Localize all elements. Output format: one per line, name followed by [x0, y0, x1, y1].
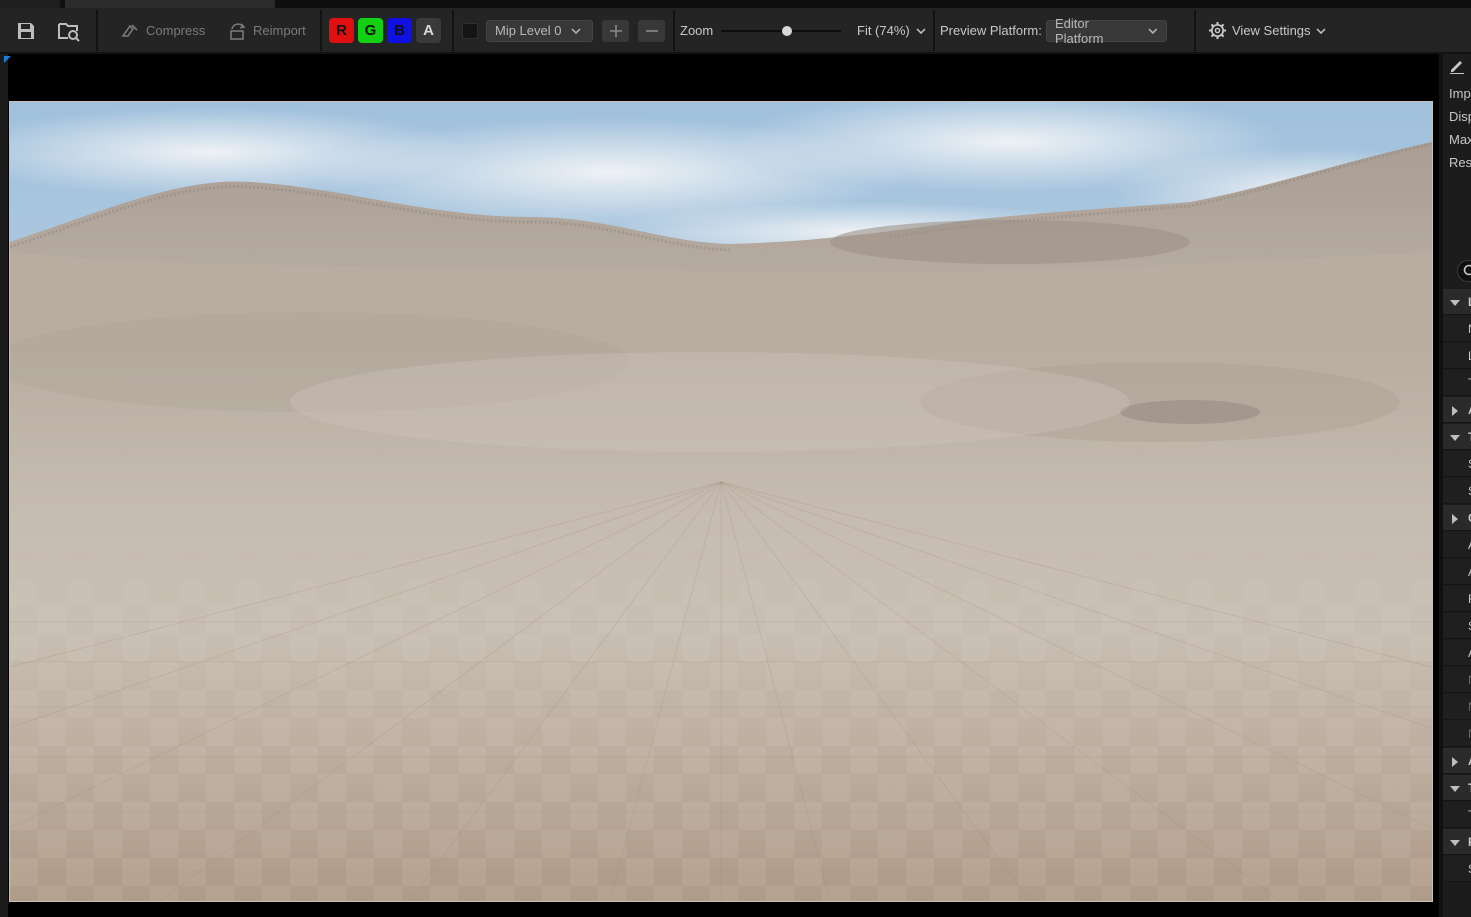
zoom-dropdown[interactable]: Fit (74%) — [857, 8, 926, 53]
reimport-icon — [230, 22, 246, 40]
preview-platform-label: Preview Platform: — [940, 23, 1042, 38]
channel-r-toggle[interactable]: R — [329, 18, 354, 43]
reimport-button[interactable]: Reimport — [228, 8, 306, 53]
details-property-row[interactable]: L — [1443, 343, 1471, 369]
details-info-label: Max — [1449, 132, 1471, 147]
details-category-row[interactable]: L — [1443, 289, 1471, 315]
details-property-row[interactable]: S — [1443, 451, 1471, 477]
zoom-label: Zoom — [680, 23, 714, 38]
details-property-row[interactable]: S — [1443, 478, 1471, 504]
tab-strip — [0, 0, 1471, 8]
details-property-row[interactable]: T — [1443, 802, 1471, 828]
channel-b-toggle[interactable]: B — [387, 18, 412, 43]
mip-level-value: Mip Level 0 — [495, 23, 562, 38]
tab-inactive[interactable] — [0, 0, 60, 8]
save-button[interactable] — [11, 16, 41, 46]
details-category-row[interactable]: F — [1443, 829, 1471, 855]
zoom-slider-track — [721, 29, 841, 32]
gear-icon — [1208, 21, 1227, 40]
caret-right-icon[interactable] — [1450, 406, 1460, 416]
compress-icon — [121, 23, 138, 37]
compress-label: Compress — [146, 23, 206, 38]
details-search-input[interactable] — [1457, 260, 1471, 282]
tab-active[interactable] — [65, 0, 275, 8]
details-category-row[interactable]: C — [1443, 505, 1471, 531]
browse-asset-icon — [58, 22, 80, 42]
zoom-value: Fit (74%) — [857, 23, 910, 38]
zoom-slider[interactable] — [721, 23, 841, 39]
plus-icon — [609, 24, 622, 37]
caret-down-icon[interactable] — [1450, 298, 1460, 308]
viewport-left-edge — [0, 54, 8, 917]
preview-platform-dropdown[interactable]: Editor Platform — [1046, 16, 1167, 46]
details-info-label: Imp — [1449, 86, 1471, 101]
caret-down-icon[interactable] — [1450, 433, 1460, 443]
channel-a-toggle[interactable]: A — [416, 18, 441, 43]
caret-right-icon[interactable] — [1450, 514, 1460, 524]
details-info-label: Disp — [1449, 109, 1471, 124]
details-property-row[interactable]: A — [1443, 532, 1471, 558]
details-category-row[interactable]: A — [1443, 748, 1471, 774]
mip-increase-button[interactable] — [602, 19, 629, 42]
details-property-row[interactable]: S — [1443, 613, 1471, 639]
preview-platform-value: Editor Platform — [1055, 15, 1104, 46]
details-category-row[interactable]: T — [1443, 424, 1471, 450]
details-property-row[interactable]: N — [1443, 667, 1471, 693]
save-icon — [18, 22, 34, 39]
details-category-row[interactable]: T — [1443, 775, 1471, 801]
channel-g-toggle[interactable]: G — [358, 18, 383, 43]
details-info-label: Res — [1449, 155, 1471, 170]
details-category-row[interactable]: A — [1443, 397, 1471, 423]
details-property-row[interactable]: N — [1443, 721, 1471, 747]
view-settings-label: View Settings — [1232, 23, 1311, 38]
minus-icon — [645, 29, 658, 32]
viewport-corner-marker — [4, 56, 11, 63]
toolbar: Compress Reimport R G B A Mip Level 0 Zo… — [0, 8, 1471, 53]
chevron-down-icon — [1316, 27, 1326, 34]
details-property-row[interactable]: N — [1443, 694, 1471, 720]
edit-pencil-icon[interactable] — [1449, 58, 1465, 74]
mip-level-checkbox[interactable] — [462, 22, 478, 39]
mip-level-dropdown[interactable]: Mip Level 0 — [486, 19, 593, 42]
caret-down-icon[interactable] — [1450, 838, 1460, 848]
chevron-down-icon — [571, 27, 582, 34]
details-property-row[interactable]: A — [1443, 559, 1471, 585]
compress-button[interactable]: Compress — [120, 8, 205, 53]
details-property-row[interactable]: A — [1443, 640, 1471, 666]
caret-right-icon[interactable] — [1450, 757, 1460, 767]
details-property-row[interactable]: S — [1443, 856, 1471, 882]
view-settings-button[interactable]: View Settings — [1208, 8, 1326, 53]
browse-button[interactable] — [54, 16, 84, 46]
details-panel: ImpDispMaxRes LNLTATSSCAAFSANNNATTFS — [1439, 54, 1471, 917]
details-property-row[interactable]: F — [1443, 586, 1471, 612]
chevron-down-icon — [1148, 28, 1158, 34]
search-icon — [1463, 264, 1471, 276]
mip-decrease-button[interactable] — [638, 19, 665, 42]
zoom-slider-handle[interactable] — [782, 25, 792, 36]
caret-down-icon[interactable] — [1450, 784, 1460, 794]
details-property-row[interactable]: T — [1443, 370, 1471, 396]
reimport-label: Reimport — [253, 23, 306, 38]
chevron-down-icon — [916, 27, 926, 34]
texture-preview-image[interactable] — [9, 101, 1433, 902]
details-property-row[interactable]: N — [1443, 316, 1471, 342]
channel-toggles: R G B A — [329, 8, 441, 53]
